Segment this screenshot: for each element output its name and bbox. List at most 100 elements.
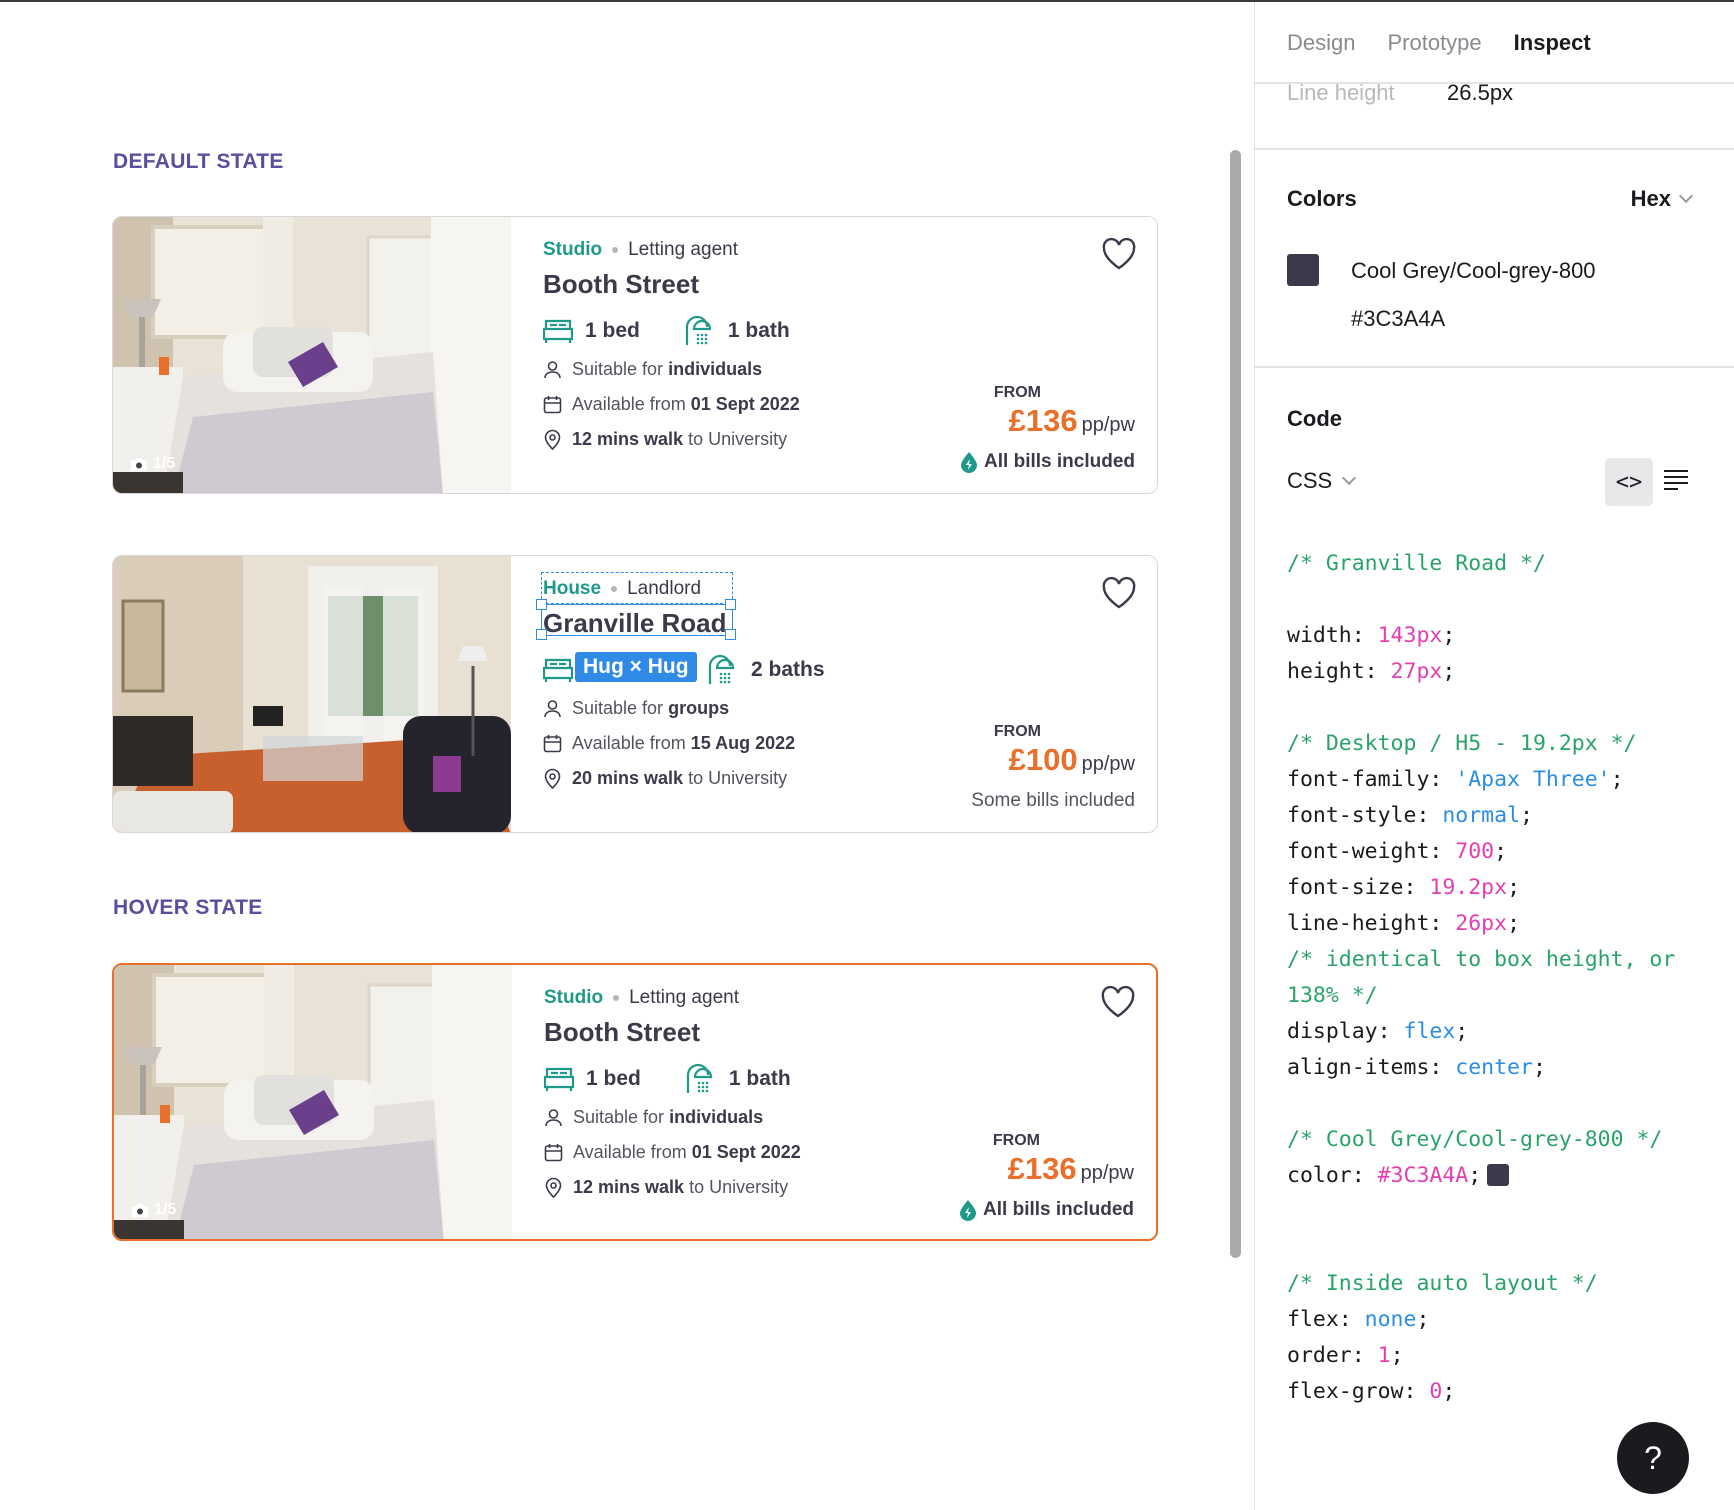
code-line: align-items: center; <box>1287 1050 1675 1086</box>
css-code-block[interactable]: /* Granville Road */width: 143px; height:… <box>1287 546 1675 1410</box>
heart-icon[interactable] <box>1101 576 1137 610</box>
code-icon: <> <box>1615 469 1643 495</box>
property-type: Studio <box>543 239 603 260</box>
calendar-icon <box>544 1144 563 1162</box>
code-line: /* Granville Road */ <box>1287 546 1675 582</box>
property-card-booth-street-hover[interactable]: 1/5 Studio Letting agent Booth Street 1 … <box>112 963 1158 1241</box>
code-token: height: <box>1287 659 1391 684</box>
color-swatch[interactable] <box>1287 254 1319 286</box>
code-line: flex: none; <box>1287 1302 1675 1338</box>
camera-icon <box>131 457 147 471</box>
code-token: ; <box>1610 767 1624 792</box>
walk-time: 12 mins walk <box>572 429 684 449</box>
price-amount: £136 <box>1007 1151 1077 1186</box>
code-token: 26px <box>1455 911 1508 936</box>
bills-text: All bills included <box>983 1199 1134 1220</box>
code-token: 19.2px <box>1429 875 1508 900</box>
bed-feature: 1 bed <box>543 318 640 344</box>
features-row: 1 bed 1 bath <box>543 315 834 347</box>
bills-info: Some bills included <box>971 790 1135 812</box>
code-view-toggle[interactable]: <> <box>1605 458 1653 506</box>
code-token: line-height: <box>1287 911 1456 936</box>
property-photo-bedroom[interactable]: 1/5 <box>113 217 511 493</box>
property-card-booth-street[interactable]: 1/5 Studio Letting agent Booth Street 1 … <box>112 216 1158 494</box>
photo-counter-text: 1/5 <box>153 455 176 472</box>
code-token: 700 <box>1455 839 1495 864</box>
code-token: 0 <box>1429 1379 1443 1404</box>
property-type: Studio <box>544 987 604 1008</box>
color-hex-value[interactable]: #3C3A4A <box>1351 306 1445 332</box>
bed-icon <box>543 658 573 682</box>
walk-row: 20 mins walk to University <box>543 768 787 789</box>
tab-inspect[interactable]: Inspect <box>1514 30 1591 56</box>
code-token: font-size: <box>1287 875 1430 900</box>
available-row: Available from 01 Sept 2022 <box>543 394 800 415</box>
resize-handle-top-right[interactable] <box>725 599 736 610</box>
code-line: font-size: 19.2px; <box>1287 870 1675 906</box>
panel-tabs: Design Prototype Inspect <box>1287 30 1591 56</box>
available-prefix: Available from <box>572 394 686 414</box>
available-prefix: Available from <box>572 733 686 753</box>
design-canvas[interactable]: DEFAULT STATE 1/5 Studio Letting agent B… <box>0 2 1254 1510</box>
code-line: /* Cool Grey/Cool-grey-800 */ <box>1287 1122 1675 1158</box>
property-card-granville-road[interactable]: House Landlord Granville Road 2 baths Su… <box>112 555 1158 833</box>
code-line: 138% */ <box>1287 978 1675 1014</box>
color-style-name[interactable]: Cool Grey/Cool-grey-800 <box>1351 258 1596 284</box>
bills-info: All bills included <box>959 1199 1134 1221</box>
code-token: flex-grow: <box>1287 1379 1430 1404</box>
canvas-scrollbar[interactable] <box>1230 150 1241 1258</box>
code-token: width: <box>1287 623 1378 648</box>
price-amount: £100 <box>1008 742 1078 777</box>
tab-design[interactable]: Design <box>1287 30 1355 56</box>
code-token: /* identical to box height, or <box>1287 947 1676 972</box>
code-token: ; <box>1442 1379 1456 1404</box>
colors-section-title: Colors <box>1287 186 1357 211</box>
code-token: ; <box>1442 659 1456 684</box>
bed-feature: 1 bed <box>544 1066 641 1092</box>
walk-time: 20 mins walk <box>572 768 684 788</box>
property-photo-bedroom[interactable]: 1/5 <box>114 965 512 1239</box>
bills-info: All bills included <box>960 451 1135 473</box>
code-token: flex <box>1403 1019 1456 1044</box>
property-street-name[interactable]: Booth Street <box>543 269 699 300</box>
walk-destination: to University <box>688 429 788 449</box>
price-from-label: FROM <box>992 1132 1040 1149</box>
color-format-value: Hex <box>1630 186 1671 211</box>
resize-handle-bottom-left[interactable] <box>536 629 547 640</box>
photo-counter-text: 1/5 <box>154 1201 177 1218</box>
available-row: Available from 15 Aug 2022 <box>543 733 795 754</box>
heart-icon[interactable] <box>1101 237 1137 271</box>
help-button[interactable]: ? <box>1617 1422 1689 1494</box>
bath-count: 2 baths <box>751 658 825 681</box>
code-token: 27px <box>1390 659 1443 684</box>
price-unit: pp/pw <box>1081 753 1135 775</box>
walk-destination: to University <box>688 768 788 788</box>
tab-prototype[interactable]: Prototype <box>1387 30 1481 56</box>
property-street-name[interactable]: Booth Street <box>544 1017 700 1048</box>
code-section-title: Code <box>1287 406 1342 431</box>
help-icon: ? <box>1644 1439 1662 1476</box>
property-photo-living-room[interactable] <box>113 556 511 832</box>
resize-handle-bottom-right[interactable] <box>725 629 736 640</box>
bath-feature: 1 bath <box>684 315 790 347</box>
heart-icon[interactable] <box>1100 985 1136 1019</box>
person-icon <box>544 700 561 718</box>
available-date: 15 Aug 2022 <box>690 733 796 753</box>
code-line: font-weight: 700; <box>1287 834 1675 870</box>
code-language-select[interactable]: CSS <box>1287 468 1357 494</box>
bed-icon <box>544 1067 574 1091</box>
card-info: House Landlord Granville Road 2 baths Su… <box>536 556 1157 832</box>
resize-handle-top-left[interactable] <box>536 599 547 610</box>
code-token: /* Granville Road */ <box>1287 551 1546 576</box>
line-height-value[interactable]: 26.5px <box>1447 80 1513 106</box>
property-type-row: Studio Letting agent <box>543 239 738 261</box>
list-icon[interactable] <box>1663 468 1689 490</box>
color-format-select[interactable]: Hex <box>1630 186 1694 212</box>
shower-icon <box>685 315 711 345</box>
selection-bounding-box[interactable] <box>541 604 733 636</box>
walk-row: 12 mins walk to University <box>544 1177 788 1198</box>
living-room-photo-illustration <box>113 556 511 832</box>
